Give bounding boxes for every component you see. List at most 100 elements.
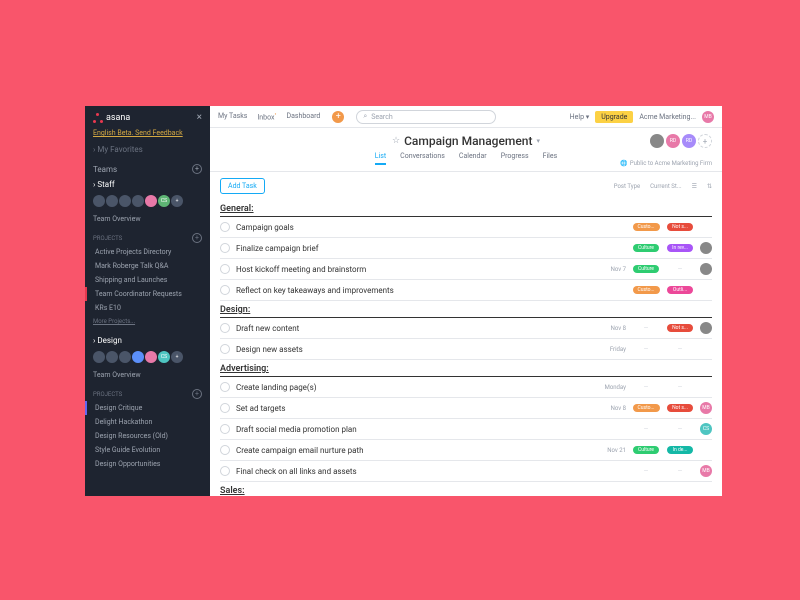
avatar[interactable]	[132, 351, 144, 363]
sidebar-project[interactable]: KRs E10	[85, 301, 210, 315]
team-staff[interactable]: › Staff	[85, 178, 210, 191]
assignee-avatar[interactable]: MB	[700, 402, 712, 414]
tag-pill[interactable]: Not s...	[667, 223, 693, 231]
sidebar-project[interactable]: Team Coordinator Requests	[85, 287, 210, 301]
avatar[interactable]: RD	[666, 134, 680, 148]
sidebar-project[interactable]: Style Guide Evolution	[85, 443, 210, 457]
avatar[interactable]	[119, 351, 131, 363]
tag-pill[interactable]: Custo...	[633, 223, 660, 231]
tag-pill[interactable]: Outli...	[667, 286, 693, 294]
task-row[interactable]: Reflect on key takeaways and improvement…	[220, 280, 712, 301]
task-row[interactable]: Campaign goalsCusto...Not s...	[220, 217, 712, 238]
complete-checkbox[interactable]	[220, 445, 230, 455]
chevron-down-icon[interactable]: ▾	[536, 137, 540, 145]
assignee-avatar[interactable]: CS	[700, 423, 712, 435]
tag-pill[interactable]: In de...	[667, 446, 693, 454]
complete-checkbox[interactable]	[220, 264, 230, 274]
sidebar-project[interactable]: Delight Hackathon	[85, 415, 210, 429]
tag-pill[interactable]: Custo...	[633, 404, 660, 412]
avatar[interactable]	[93, 351, 105, 363]
complete-checkbox[interactable]	[220, 344, 230, 354]
task-row[interactable]: Draft new contentNov 8—Not s...	[220, 318, 712, 339]
task-section-title[interactable]: General:	[220, 200, 712, 217]
avatar[interactable]	[132, 195, 144, 207]
task-row[interactable]: Design new assetsFriday——	[220, 339, 712, 360]
avatar[interactable]	[145, 195, 157, 207]
add-project-icon[interactable]: +	[192, 233, 202, 243]
sidebar-project[interactable]: Design Resources (Old)	[85, 429, 210, 443]
column-status[interactable]: Current St...	[650, 183, 681, 190]
sidebar-project[interactable]: Mark Roberge Talk Q&A	[85, 259, 210, 273]
tab-conversations[interactable]: Conversations	[400, 152, 445, 165]
close-sidebar-icon[interactable]: ×	[197, 112, 202, 123]
task-row[interactable]: Final check on all links and assets——MB	[220, 461, 712, 482]
more-projects-link[interactable]: More Projects...	[85, 315, 210, 328]
nav-my-tasks[interactable]: My Tasks	[218, 112, 247, 121]
tag-pill[interactable]: Culture	[633, 244, 659, 252]
avatar[interactable]	[119, 195, 131, 207]
team-overview-link[interactable]: Team Overview	[85, 367, 210, 383]
complete-checkbox[interactable]	[220, 243, 230, 253]
assignee-avatar[interactable]	[700, 322, 712, 334]
sidebar-project[interactable]: Design Opportunities	[85, 457, 210, 471]
tag-pill[interactable]: Custo...	[633, 286, 660, 294]
avatar[interactable]	[145, 351, 157, 363]
star-icon[interactable]: ☆	[392, 136, 400, 146]
task-row[interactable]: Host kickoff meeting and brainstormNov 7…	[220, 259, 712, 280]
tab-progress[interactable]: Progress	[501, 152, 529, 165]
assignee-avatar[interactable]	[700, 263, 712, 275]
feedback-link[interactable]: English Beta. Send Feedback	[85, 129, 210, 141]
add-collaborator-button[interactable]: +	[698, 134, 712, 148]
task-section-title[interactable]: Advertising:	[220, 360, 712, 377]
task-row[interactable]: Set ad targetsNov 8Custo...Not s...MB	[220, 398, 712, 419]
add-task-button[interactable]: Add Task	[220, 178, 265, 194]
complete-checkbox[interactable]	[220, 222, 230, 232]
complete-checkbox[interactable]	[220, 403, 230, 413]
tag-pill[interactable]: Culture	[633, 446, 659, 454]
nav-dashboard[interactable]: Dashboard	[286, 112, 320, 121]
sort-icon[interactable]: ⇅	[707, 183, 712, 190]
task-row[interactable]: Finalize campaign briefCultureIn rev...	[220, 238, 712, 259]
add-project-icon[interactable]: +	[192, 389, 202, 399]
tag-pill[interactable]: In rev...	[667, 244, 693, 252]
team-design[interactable]: › Design	[85, 334, 210, 347]
complete-checkbox[interactable]	[220, 424, 230, 434]
assignee-avatar[interactable]: MB	[700, 465, 712, 477]
avatar[interactable]	[106, 351, 118, 363]
tab-list[interactable]: List	[375, 152, 386, 165]
tag-pill[interactable]: Not s...	[667, 324, 693, 332]
tag-pill[interactable]: Not s...	[667, 404, 693, 412]
sidebar-project[interactable]: Design Critique	[85, 401, 210, 415]
avatar[interactable]: CS	[158, 351, 170, 363]
complete-checkbox[interactable]	[220, 466, 230, 476]
avatar-more[interactable]: +	[171, 351, 183, 363]
avatar[interactable]	[106, 195, 118, 207]
avatar[interactable]	[93, 195, 105, 207]
tab-calendar[interactable]: Calendar	[459, 152, 487, 165]
column-post-type[interactable]: Post Type	[614, 183, 640, 190]
avatar[interactable]	[650, 134, 664, 148]
avatar[interactable]: RD	[682, 134, 696, 148]
tab-files[interactable]: Files	[543, 152, 558, 165]
workspace-menu[interactable]: Acme Marketing...	[639, 113, 696, 121]
complete-checkbox[interactable]	[220, 382, 230, 392]
help-menu[interactable]: Help ▾	[570, 113, 590, 121]
assignee-avatar[interactable]	[700, 242, 712, 254]
add-team-icon[interactable]: +	[192, 164, 202, 174]
me-avatar[interactable]: MB	[702, 111, 714, 123]
assignee-icon[interactable]: ☰	[692, 183, 697, 190]
task-section-title[interactable]: Design:	[220, 301, 712, 318]
complete-checkbox[interactable]	[220, 285, 230, 295]
search-input[interactable]: ⌕ Search	[356, 110, 496, 124]
nav-inbox[interactable]: Inbox•	[257, 112, 276, 121]
complete-checkbox[interactable]	[220, 323, 230, 333]
upgrade-button[interactable]: Upgrade	[595, 111, 633, 123]
task-section-title[interactable]: Sales:	[220, 482, 712, 496]
task-row[interactable]: Create campaign email nurture pathNov 21…	[220, 440, 712, 461]
team-overview-link[interactable]: Team Overview	[85, 211, 210, 227]
sidebar-project[interactable]: Active Projects Directory	[85, 245, 210, 259]
quick-add-button[interactable]: +	[332, 111, 344, 123]
avatar[interactable]: CS	[158, 195, 170, 207]
task-row[interactable]: Create landing page(s)Monday——	[220, 377, 712, 398]
task-row[interactable]: Draft social media promotion plan——CS	[220, 419, 712, 440]
